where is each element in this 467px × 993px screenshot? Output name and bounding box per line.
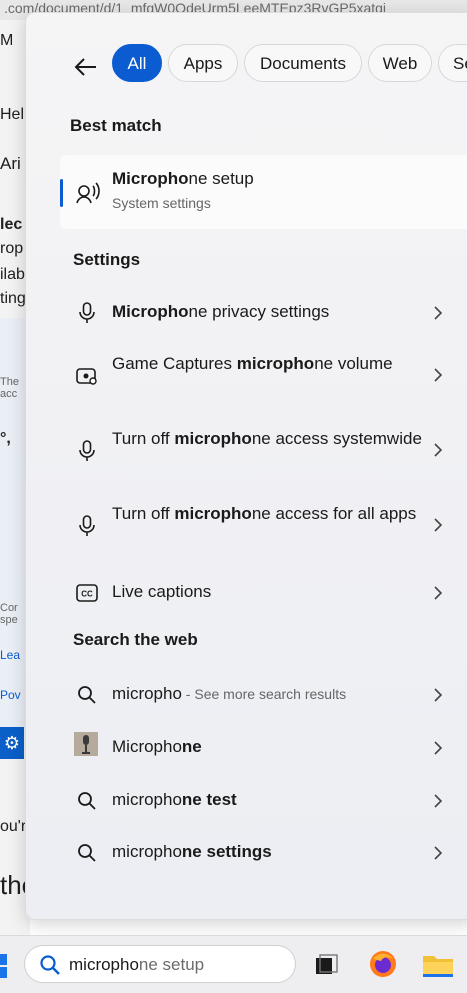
bg-fragment: lec	[0, 216, 23, 233]
tab-documents[interactable]: Documents	[244, 44, 362, 82]
web-result-microphone[interactable]: Microphone	[26, 728, 467, 768]
taskbar: microphone setup	[0, 935, 467, 993]
task-view-icon	[316, 954, 338, 974]
web-result-label: Microphone	[112, 737, 202, 756]
web-result-label: microphone test	[112, 790, 237, 809]
best-match-subtitle: System settings	[112, 195, 211, 211]
web-result-microphone-test[interactable]: microphone test	[26, 781, 467, 821]
search-icon	[40, 955, 60, 975]
best-match-title: Microphone setup	[112, 169, 254, 188]
bg-fragment: Pov	[0, 688, 21, 702]
firefox-icon	[370, 951, 396, 977]
search-query: microphone setup	[69, 955, 205, 974]
settings-item-label: Live captions	[112, 582, 212, 601]
back-button[interactable]	[68, 49, 104, 85]
bg-fragment: Lea	[0, 648, 21, 662]
chevron-right-icon	[428, 738, 448, 758]
web-result-label: micropho - See more search results	[112, 684, 347, 703]
microphone-icon	[74, 513, 100, 539]
settings-item-microphone-privacy[interactable]: Microphone privacy settings	[26, 293, 467, 333]
web-result-see-more[interactable]: micropho - See more search results	[26, 675, 467, 715]
settings-item-label: Turn off microphone access systemwide	[112, 429, 422, 448]
search-web-heading: Search the web	[73, 630, 198, 649]
tab-all[interactable]: All	[112, 44, 162, 82]
chevron-right-icon	[428, 365, 448, 385]
bg-fragment: ting	[0, 290, 26, 307]
settings-item-game-captures[interactable]: Game Captures microphone volume	[26, 349, 467, 403]
chevron-right-icon	[428, 843, 448, 863]
speech-icon	[74, 179, 102, 207]
search-icon	[74, 682, 100, 708]
taskbar-search-input[interactable]: microphone setup	[24, 945, 296, 983]
bg-fragment: The acc	[0, 376, 19, 400]
web-result-microphone-settings[interactable]: microphone settings	[26, 833, 467, 873]
chevron-right-icon	[428, 303, 448, 323]
microphone-thumbnail-image	[74, 732, 98, 756]
bg-fragment: ilab	[0, 266, 25, 283]
web-result-label: microphone settings	[112, 842, 272, 861]
settings-item-label: Game Captures microphone volume	[112, 354, 393, 373]
folder-icon	[423, 956, 453, 977]
settings-item-label: Microphone privacy settings	[112, 302, 330, 321]
microphone-icon	[74, 300, 100, 326]
settings-item-label: Turn off microphone access for all apps	[112, 504, 417, 523]
bg-fragment: °,	[0, 430, 11, 447]
game-capture-icon	[74, 363, 100, 389]
bg-fragment: rop	[0, 240, 24, 257]
bg-fragment: ou'r	[0, 818, 27, 835]
captions-icon: CC	[74, 580, 100, 606]
selection-indicator	[60, 179, 63, 207]
start-button[interactable]	[0, 954, 8, 978]
file-explorer-button[interactable]	[422, 952, 454, 978]
settings-item-turn-off-all-apps[interactable]: Turn off microphone access for all apps	[26, 499, 467, 553]
settings-item-live-captions[interactable]: CC Live captions	[26, 573, 467, 613]
chevron-right-icon	[428, 791, 448, 811]
microphone-icon	[74, 438, 100, 464]
chevron-right-icon	[428, 583, 448, 603]
svg-text:CC: CC	[81, 590, 93, 599]
windows-logo-icon	[0, 954, 7, 978]
best-match-item[interactable]: Microphone setup System settings	[60, 155, 467, 229]
search-icon	[74, 788, 100, 814]
task-view-button[interactable]	[314, 952, 340, 978]
chevron-right-icon	[428, 515, 448, 535]
firefox-button[interactable]	[368, 949, 398, 979]
chevron-right-icon	[428, 685, 448, 705]
best-match-heading: Best match	[70, 116, 162, 135]
search-results-panel: All Apps Documents Web Se Best match Mic…	[25, 12, 467, 920]
tab-apps[interactable]: Apps	[168, 44, 238, 82]
gear-icon: ⚙	[0, 727, 24, 759]
arrow-left-icon	[74, 58, 96, 76]
chevron-right-icon	[428, 440, 448, 460]
settings-heading: Settings	[73, 250, 141, 269]
tab-more[interactable]: Se	[438, 44, 467, 82]
tab-web[interactable]: Web	[368, 44, 432, 82]
bg-fragment: Ari	[0, 154, 21, 173]
bg-fragment: M	[0, 32, 14, 49]
search-icon	[74, 840, 100, 866]
bg-fragment: Cor spe	[0, 602, 18, 626]
settings-item-turn-off-systemwide[interactable]: Turn off microphone access systemwide	[26, 424, 467, 478]
